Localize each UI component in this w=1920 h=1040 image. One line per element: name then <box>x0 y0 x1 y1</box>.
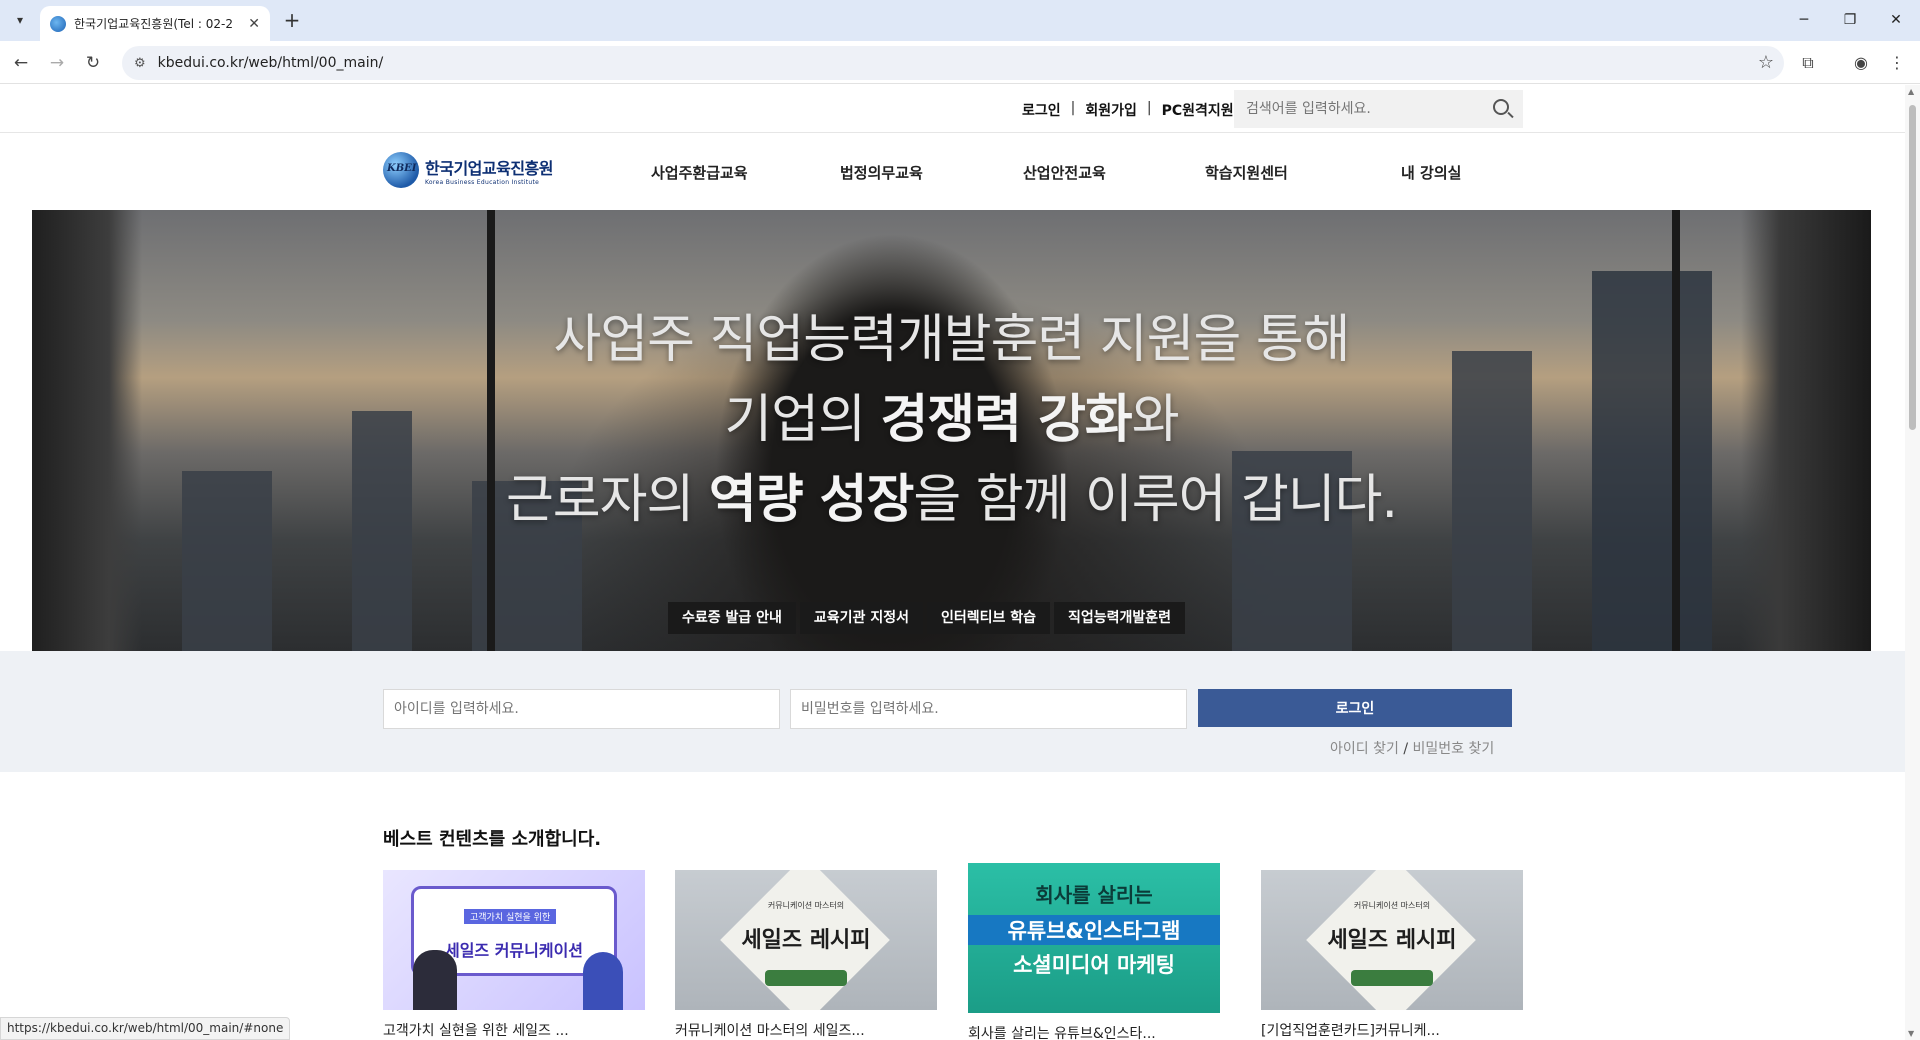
tab-title: 한국기업교육진흥원(Tel : 02-2 <box>74 17 233 31</box>
address-bar[interactable]: ⚙ kbedui.co.kr/web/html/00_main/ ☆ <box>122 46 1784 80</box>
thumbnail-figure <box>583 952 623 1010</box>
tab-list-chevron-icon[interactable]: ▾ <box>8 8 32 32</box>
thumbnail-bar <box>1351 970 1433 986</box>
hero-link-vocational-training[interactable]: 직업능력개발훈련 <box>1054 602 1186 634</box>
login-section: 로그인 아이디 찾기 / 비밀번호 찾기 <box>0 651 1905 772</box>
best-content-card[interactable]: 커뮤니케이션 마스터의 세일즈 레시피 [기업직업훈련카드]커뮤니케... <box>1261 870 1523 1040</box>
site-info-icon[interactable]: ⚙ <box>134 56 146 71</box>
find-id-link[interactable]: 아이디 찾기 <box>1330 741 1399 757</box>
course-caption[interactable]: 커뮤니케이션 마스터의 세일즈... <box>675 1020 915 1040</box>
profile-avatar-icon[interactable]: ◉ <box>1848 50 1874 76</box>
logo-emblem-icon: KBEI <box>383 152 419 188</box>
scrollbar-thumb[interactable] <box>1909 105 1916 430</box>
status-bar-url: https://kbedui.co.kr/web/html/00_main/#n… <box>0 1017 291 1040</box>
best-contents-title: 베스트 컨텐츠를 소개합니다. <box>383 829 602 850</box>
password-input[interactable] <box>790 689 1187 729</box>
course-thumbnail[interactable]: 커뮤니케이션 마스터의 세일즈 레시피 <box>675 870 937 1010</box>
browser-toolbar: ← → ↻ ⚙ kbedui.co.kr/web/html/00_main/ ☆… <box>0 41 1920 84</box>
best-content-card[interactable]: 회사를 살리는 유튜브&인스타그램 소셜미디어 마케팅 회사를 살리는 유튜브&… <box>968 863 1230 1040</box>
hero-line-3: 근로자의 역량 성장을 함께 이루어 갑니다. <box>505 470 1398 530</box>
back-arrow-icon[interactable]: ← <box>8 50 34 76</box>
scroll-up-arrow-icon[interactable]: ▲ <box>1908 87 1914 96</box>
reload-icon[interactable]: ↻ <box>80 50 106 76</box>
gnb-legal-mandatory-education[interactable]: 법정의무교육 <box>840 162 923 183</box>
util-separator: | <box>1070 100 1076 116</box>
best-content-card[interactable]: 고객가치 실현을 위한 세일즈 커뮤니케이션 고객가치 실현을 위한 세일즈 .… <box>383 870 645 1040</box>
util-links: 로그인 | 회원가입 | PC원격지원 <box>1022 100 1234 120</box>
gnb-employer-refund-education[interactable]: 사업주환급교육 <box>651 162 748 183</box>
logo-korean-name: 한국기업교육진흥원 <box>425 158 553 178</box>
hero-headline: 사업주 직업능력개발훈련 지원을 통해 기업의 경쟁력 강화와 근로자의 역량 … <box>32 300 1871 540</box>
logo-english-name: Korea Business Education Institute <box>425 178 540 186</box>
util-separator: | <box>1146 100 1152 116</box>
gnb-my-classroom[interactable]: 내 강의실 <box>1401 162 1461 183</box>
browser-menu-kebab-icon[interactable]: ⋮ <box>1884 50 1910 76</box>
hero-line-2: 기업의 경쟁력 강화와 <box>724 390 1179 450</box>
user-id-input[interactable] <box>383 689 780 729</box>
tab-close-icon[interactable]: ✕ <box>248 16 260 32</box>
thumbnail-figure <box>413 950 457 1010</box>
window-close-icon[interactable]: ✕ <box>1876 6 1916 34</box>
login-button[interactable]: 로그인 <box>1198 689 1512 727</box>
address-url: kbedui.co.kr/web/html/00_main/ <box>157 55 384 71</box>
main-navigation: KBEI 한국기업교육진흥원 Korea Business Education … <box>0 134 1905 210</box>
scroll-down-arrow-icon[interactable]: ▼ <box>1908 1029 1914 1038</box>
hero-link-certificate[interactable]: 수료증 발급 안내 <box>668 602 796 634</box>
hero-link-designation[interactable]: 교육기관 지정서 <box>799 602 923 634</box>
page-viewport: 로그인 | 회원가입 | PC원격지원 KBEI 한국기업교육진흥원 Korea… <box>0 85 1905 1040</box>
find-password-link[interactable]: 비밀번호 찾기 <box>1412 741 1494 757</box>
forward-arrow-icon[interactable]: → <box>44 50 70 76</box>
find-account-links: 아이디 찾기 / 비밀번호 찾기 <box>1330 738 1494 758</box>
site-search-input[interactable] <box>1246 101 1486 117</box>
thumbnail-bar <box>765 970 847 986</box>
find-links-separator: / <box>1403 741 1409 757</box>
new-tab-plus-icon[interactable]: + <box>280 9 304 33</box>
best-content-card[interactable]: 커뮤니케이션 마스터의 세일즈 레시피 커뮤니케이션 마스터의 세일즈... <box>675 870 937 1040</box>
course-thumbnail[interactable]: 커뮤니케이션 마스터의 세일즈 레시피 <box>1261 870 1523 1010</box>
util-login-link[interactable]: 로그인 <box>1022 100 1061 120</box>
search-icon[interactable] <box>1493 99 1509 115</box>
course-caption[interactable]: 고객가치 실현을 위한 세일즈 ... <box>383 1020 623 1040</box>
window-minimize-icon[interactable]: ─ <box>1784 6 1824 34</box>
hero-quick-links: 수료증 발급 안내 교육기관 지정서 인터렉티브 학습 직업능력개발훈련 <box>668 602 1186 634</box>
gnb-industrial-safety-education[interactable]: 산업안전교육 <box>1023 162 1106 183</box>
site-search <box>1234 90 1523 128</box>
page-scrollbar[interactable]: ▲ ▼ <box>1905 85 1920 1040</box>
course-caption[interactable]: [기업직업훈련카드]커뮤니케... <box>1261 1020 1501 1040</box>
browser-tab-bar: ▾ 한국기업교육진흥원(Tel : 02-2 ✕ + ─ ❐ ✕ <box>0 0 1920 41</box>
hero-banner: 사업주 직업능력개발훈련 지원을 통해 기업의 경쟁력 강화와 근로자의 역량 … <box>32 210 1871 651</box>
util-remote-support-link[interactable]: PC원격지원 <box>1162 100 1234 120</box>
course-thumbnail[interactable]: 회사를 살리는 유튜브&인스타그램 소셜미디어 마케팅 <box>968 863 1220 1013</box>
extensions-puzzle-icon[interactable]: ⧉ <box>1795 50 1821 76</box>
course-caption[interactable]: 회사를 살리는 유튜브&인스타... <box>968 1023 1208 1040</box>
browser-tab-active[interactable]: 한국기업교육진흥원(Tel : 02-2 ✕ <box>40 6 270 41</box>
course-thumbnail[interactable]: 고객가치 실현을 위한 세일즈 커뮤니케이션 <box>383 870 645 1010</box>
site-logo[interactable]: KBEI 한국기업교육진흥원 Korea Business Education … <box>383 152 553 188</box>
site-favicon-icon <box>50 15 66 32</box>
hero-link-interactive[interactable]: 인터렉티브 학습 <box>926 602 1051 634</box>
bookmark-star-icon[interactable]: ☆ <box>1758 52 1774 73</box>
util-join-link[interactable]: 회원가입 <box>1085 100 1137 120</box>
hero-line-1: 사업주 직업능력개발훈련 지원을 통해 <box>553 310 1350 370</box>
gnb-learning-support-center[interactable]: 학습지원센터 <box>1205 162 1288 183</box>
window-restore-icon[interactable]: ❐ <box>1830 6 1870 34</box>
util-bar: 로그인 | 회원가입 | PC원격지원 <box>0 85 1905 133</box>
